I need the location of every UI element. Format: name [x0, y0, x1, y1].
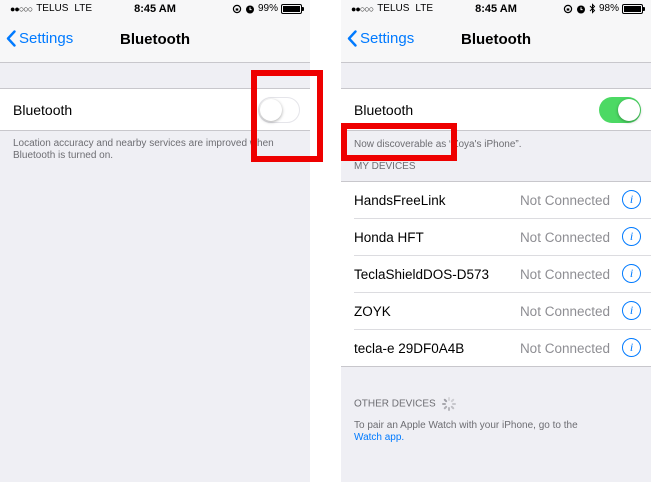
watch-note-text: To pair an Apple Watch with your iPhone,…	[354, 420, 578, 431]
navigation-bar: Settings Bluetooth	[0, 18, 310, 63]
toggle-knob	[618, 99, 640, 121]
my-devices-header: MY DEVICES	[354, 161, 416, 172]
device-name: ZOYK	[354, 304, 391, 319]
info-icon[interactable]: i	[622, 190, 641, 209]
highlight-box-discoverable	[341, 123, 457, 161]
other-devices-label: OTHER DEVICES	[354, 398, 436, 410]
my-devices-list: HandsFreeLink Not Connected i Honda HFT …	[341, 181, 651, 367]
device-name: tecla-e 29DF0A4B	[354, 341, 465, 356]
status-bar: ●●○○○ TELUS LTE 8:45 AM 99%	[0, 0, 310, 18]
info-icon[interactable]: i	[622, 301, 641, 320]
spinner-spoke	[443, 398, 449, 403]
battery-percent: 99%	[257, 3, 278, 14]
other-devices-header: OTHER DEVICES	[341, 397, 651, 417]
battery-percent: 98%	[598, 3, 619, 14]
info-icon[interactable]: i	[622, 227, 641, 246]
device-name: TeclaShieldDOS-D573	[354, 267, 490, 282]
device-status: Not Connected	[519, 193, 610, 208]
device-row[interactable]: TeclaShieldDOS-D573 Not Connected i	[341, 256, 651, 293]
spinner-spoke	[452, 403, 457, 405]
device-status: Not Connected	[519, 267, 610, 282]
device-name: Honda HFT	[354, 230, 424, 245]
page-title: Bluetooth	[120, 31, 190, 48]
info-icon[interactable]: i	[622, 264, 641, 283]
bluetooth-status-icon	[589, 3, 596, 14]
device-status: Not Connected	[519, 304, 610, 319]
highlight-box-toggle	[251, 70, 323, 162]
status-bar: ●●○○○ TELUS LTE 8:45 AM 98%	[341, 0, 651, 18]
rotation-lock-icon	[232, 4, 242, 13]
right-phone-screen: ●●○○○ TELUS LTE 8:45 AM 98% Settings Blu…	[341, 0, 651, 482]
alarm-icon	[245, 5, 254, 13]
navigation-bar: Settings Bluetooth	[341, 18, 651, 63]
device-row[interactable]: ZOYK Not Connected i	[341, 293, 651, 330]
loading-spinner-icon	[442, 397, 457, 411]
page-title: Bluetooth	[461, 31, 531, 48]
device-row[interactable]: tecla-e 29DF0A4B Not Connected i	[341, 330, 651, 367]
bluetooth-label: Bluetooth	[13, 102, 73, 118]
device-status: Not Connected	[519, 230, 610, 245]
device-status: Not Connected	[519, 341, 610, 356]
alarm-icon	[576, 5, 585, 13]
device-row[interactable]: HandsFreeLink Not Connected i	[341, 182, 651, 219]
device-name: HandsFreeLink	[354, 193, 446, 208]
spinner-spoke	[450, 405, 456, 410]
device-row[interactable]: Honda HFT Not Connected i	[341, 219, 651, 256]
spinner-spoke	[450, 398, 456, 403]
battery-icon	[281, 3, 304, 14]
info-icon[interactable]: i	[622, 338, 641, 357]
watch-app-link[interactable]: Watch app.	[354, 432, 404, 443]
rotation-lock-icon	[563, 4, 573, 13]
battery-icon	[622, 3, 645, 14]
bluetooth-toggle[interactable]	[599, 97, 641, 123]
bluetooth-label: Bluetooth	[354, 102, 414, 118]
spinner-spoke	[448, 407, 451, 411]
watch-note: To pair an Apple Watch with your iPhone,…	[341, 417, 651, 444]
